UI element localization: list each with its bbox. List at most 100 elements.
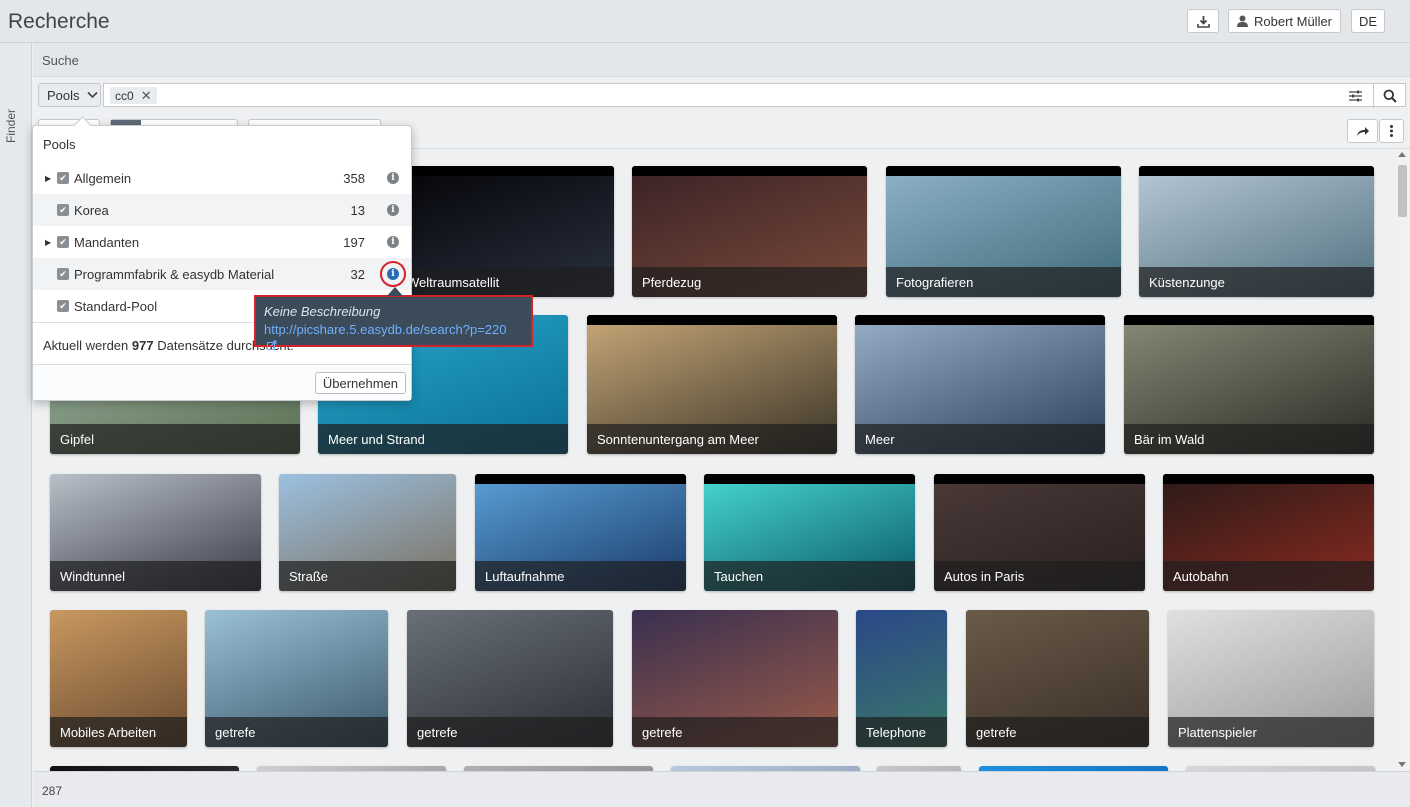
- info-icon[interactable]: i: [387, 172, 399, 184]
- popover-title: Pools: [43, 137, 76, 152]
- tooltip-description: Keine Beschreibung: [264, 304, 381, 319]
- result-tile[interactable]: Windtunnel: [50, 474, 261, 591]
- result-tile-label: Gipfel: [50, 424, 300, 454]
- result-tile-label: Luftaufnahme: [475, 561, 686, 591]
- download-icon: [1196, 15, 1210, 28]
- result-tile[interactable]: Telephone: [856, 610, 947, 747]
- language-button[interactable]: DE: [1351, 9, 1385, 33]
- search-icon: [1383, 89, 1397, 103]
- search-section-label: Suche: [42, 53, 79, 68]
- result-tile[interactable]: Straße: [279, 474, 456, 591]
- info-icon[interactable]: i: [387, 236, 399, 248]
- expand-icon[interactable]: ▶: [45, 238, 51, 247]
- result-tile[interactable]: Fotografieren: [886, 166, 1121, 297]
- finder-label: Finder: [4, 108, 18, 143]
- result-tile-label: Plattenspieler: [1168, 717, 1374, 747]
- result-tile[interactable]: getrefe: [407, 610, 613, 747]
- search-section-header: Suche: [33, 43, 1410, 77]
- search-button[interactable]: [1373, 84, 1405, 108]
- download-button[interactable]: [1187, 9, 1219, 33]
- expand-icon[interactable]: ▶: [45, 174, 51, 183]
- scroll-down-icon[interactable]: [1398, 762, 1406, 767]
- filter-settings-button[interactable]: [1343, 84, 1367, 108]
- result-tile[interactable]: getrefe: [205, 610, 388, 747]
- finder-sidebar[interactable]: Finder: [0, 43, 32, 807]
- pool-row[interactable]: ✔ Korea 13 i: [33, 194, 411, 226]
- result-tile-label: Windtunnel: [50, 561, 261, 591]
- user-menu-button[interactable]: Robert Müller: [1228, 9, 1341, 33]
- result-tile-label: Fotografieren: [886, 267, 1121, 297]
- search-tag[interactable]: cc0 ✕: [110, 87, 157, 104]
- result-tile-label: Autobahn: [1163, 561, 1374, 591]
- result-tile[interactable]: Bär im Wald: [1124, 315, 1374, 454]
- pool-row[interactable]: ▶ ✔ Allgemein 358 i: [33, 162, 411, 194]
- result-tile-label: Straße: [279, 561, 456, 591]
- search-tag-label: cc0: [115, 88, 134, 103]
- result-tile[interactable]: getrefe: [632, 610, 838, 747]
- result-tile-label: Weltraumsatellit: [397, 267, 614, 297]
- checkbox-checked-icon[interactable]: ✔: [57, 300, 69, 312]
- result-tile-label: Autos in Paris: [934, 561, 1145, 591]
- more-vertical-icon: [1390, 125, 1393, 137]
- pools-popover: Pools ▶ ✔ Allgemein 358 i ✔ Korea 13 i ▶…: [32, 116, 412, 401]
- checkbox-checked-icon[interactable]: ✔: [57, 172, 69, 184]
- pool-name: Mandanten: [74, 234, 140, 250]
- search-row: Pools cc0 ✕: [33, 77, 1410, 113]
- result-tile[interactable]: Autobahn: [1163, 474, 1374, 591]
- chevron-down-icon: [86, 91, 98, 99]
- pool-count: 358: [343, 170, 365, 186]
- scroll-up-icon[interactable]: [1398, 152, 1406, 157]
- summary-prefix: Aktuell werden: [43, 338, 129, 353]
- remove-tag-icon[interactable]: ✕: [141, 88, 152, 104]
- pool-name: Standard-Pool: [74, 298, 158, 314]
- result-tile-label: Pferdezug: [632, 267, 867, 297]
- search-input[interactable]: cc0 ✕: [103, 83, 1406, 108]
- result-tile[interactable]: Tauchen: [704, 474, 915, 591]
- result-tile[interactable]: Autos in Paris: [934, 474, 1145, 591]
- user-name: Robert Müller: [1253, 13, 1333, 29]
- result-tile[interactable]: Luftaufnahme: [475, 474, 686, 591]
- result-tile[interactable]: getrefe: [966, 610, 1149, 747]
- pool-name: Korea: [74, 202, 109, 218]
- popover-footer: Übernehmen: [33, 364, 411, 400]
- result-tile-label: Bär im Wald: [1124, 424, 1374, 454]
- result-tile-label: getrefe: [407, 717, 613, 747]
- pool-count: 197: [343, 234, 365, 250]
- apply-button[interactable]: Übernehmen: [314, 372, 406, 394]
- results-scrollbar[interactable]: [1395, 149, 1410, 771]
- pool-row[interactable]: ✔ Programmfabrik & easydb Material 32 i: [33, 258, 411, 290]
- result-tile-label: getrefe: [632, 717, 838, 747]
- result-tile[interactable]: Weltraumsatellit: [397, 166, 614, 297]
- tooltip-arrow: [387, 287, 403, 296]
- result-tile-label: getrefe: [966, 717, 1149, 747]
- checkbox-checked-icon[interactable]: ✔: [57, 236, 69, 248]
- result-tile-label: Mobiles Arbeiten: [50, 717, 187, 747]
- scroll-thumb[interactable]: [1398, 165, 1407, 217]
- share-icon: [1356, 126, 1369, 136]
- result-tile[interactable]: Meer: [855, 315, 1105, 454]
- pool-count: 13: [350, 202, 365, 218]
- result-tile[interactable]: Sonntenuntergang am Meer: [587, 315, 837, 454]
- result-tile[interactable]: Küstenzunge: [1139, 166, 1374, 297]
- pool-info-tooltip: Keine Beschreibung http://picshare.5.eas…: [254, 287, 533, 350]
- info-icon[interactable]: i: [387, 204, 399, 216]
- pool-name: Allgemein: [74, 170, 132, 186]
- result-tile[interactable]: Mobiles Arbeiten: [50, 610, 187, 747]
- user-icon: [1236, 15, 1248, 27]
- pool-row[interactable]: ▶ ✔ Mandanten 197 i: [33, 226, 411, 258]
- share-button[interactable]: [1347, 119, 1378, 143]
- tooltip-link-text[interactable]: http://picshare.5.easydb.de/search?p=220: [264, 322, 506, 337]
- result-tile[interactable]: Plattenspieler: [1168, 610, 1374, 747]
- checkbox-checked-icon[interactable]: ✔: [57, 204, 69, 216]
- result-tile-label: getrefe: [205, 717, 388, 747]
- summary-count: 977: [131, 338, 154, 353]
- more-options-button[interactable]: [1379, 119, 1404, 143]
- checkbox-checked-icon[interactable]: ✔: [57, 268, 69, 280]
- result-tile-label: Meer und Strand: [318, 424, 568, 454]
- info-icon[interactable]: i: [380, 261, 406, 287]
- result-tile[interactable]: Pferdezug: [632, 166, 867, 297]
- pools-dropdown-button[interactable]: Pools: [38, 83, 101, 107]
- result-tile-label: Telephone: [856, 717, 947, 747]
- result-tile-label: Meer: [855, 424, 1105, 454]
- tooltip-link[interactable]: http://picshare.5.easydb.de/search?p=220: [264, 322, 523, 352]
